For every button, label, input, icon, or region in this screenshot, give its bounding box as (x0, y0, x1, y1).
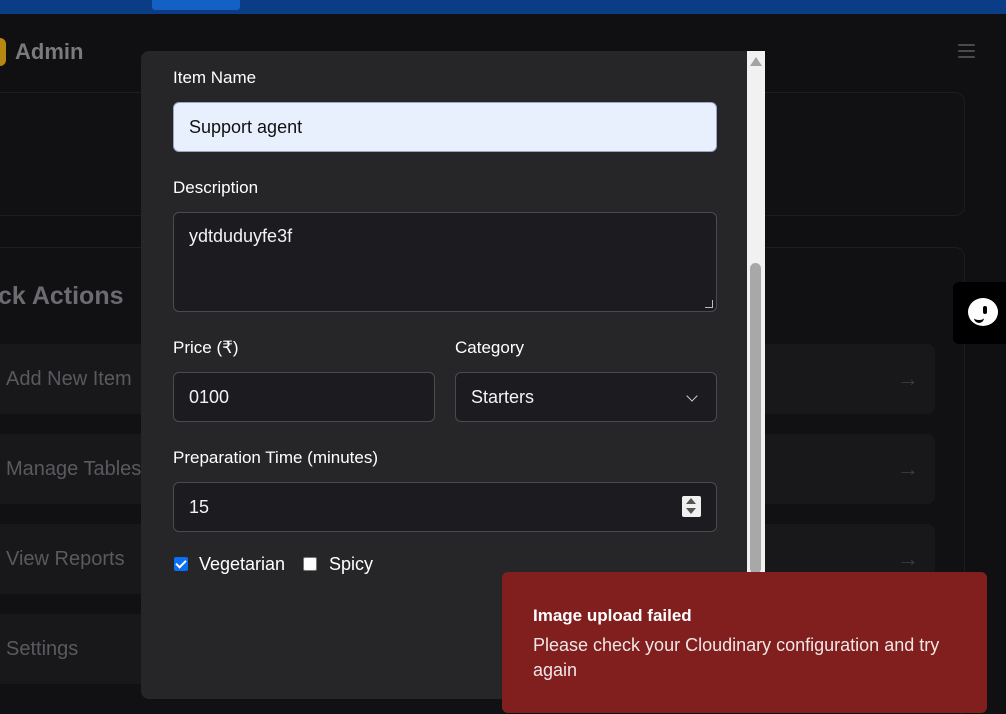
browser-top-bar (0, 0, 1006, 14)
prep-time-label: Preparation Time (minutes) (173, 448, 379, 467)
spicy-label[interactable]: Spicy (329, 554, 373, 575)
arrow-right-icon: → (897, 546, 919, 571)
error-toast[interactable]: Image upload failed Please check your Cl… (502, 572, 987, 713)
description-textarea[interactable]: ydtduduyfe3f (173, 212, 717, 312)
chevron-down-icon (686, 390, 698, 402)
quick-action-label: Settings (6, 638, 79, 660)
quick-actions-title: ck Actions (0, 282, 124, 310)
number-spinner-icon[interactable] (682, 496, 701, 517)
chat-support-icon (968, 298, 998, 326)
chat-support-button[interactable] (953, 282, 1006, 344)
category-select[interactable]: Starters (455, 372, 717, 422)
price-label: Price (₹) (173, 338, 239, 357)
browser-active-tab[interactable] (152, 0, 240, 10)
arrow-right-icon: → (897, 366, 919, 391)
quick-action-label: Manage Tables (6, 458, 142, 480)
item-name-label: Item Name (173, 68, 257, 87)
description-label: Description (173, 178, 259, 197)
vegetarian-checkbox[interactable] (174, 557, 188, 571)
prep-time-value: 15 (189, 496, 210, 517)
arrow-right-icon: → (897, 456, 919, 481)
price-input[interactable]: 0100 (173, 372, 435, 422)
menu-icon[interactable] (958, 44, 975, 58)
brand: Admin (0, 38, 83, 66)
scrollbar-thumb[interactable] (750, 263, 761, 574)
vegetarian-label[interactable]: Vegetarian (199, 554, 285, 575)
toast-message: Please check your Cloudinary configurati… (533, 635, 940, 680)
category-selected-value: Starters (471, 386, 535, 407)
prep-time-input[interactable]: 15 (173, 482, 717, 532)
spicy-checkbox[interactable] (303, 557, 317, 571)
description-value: ydtduduyfe3f (189, 226, 293, 246)
quick-action-label: Add New Item (6, 368, 132, 390)
resize-handle-icon[interactable] (705, 300, 713, 308)
modal-scrollbar[interactable] (747, 51, 765, 574)
quick-action-label: View Reports (6, 548, 125, 570)
item-name-input[interactable]: Support agent (173, 102, 717, 152)
scroll-up-icon[interactable] (750, 57, 762, 66)
category-label: Category (455, 338, 524, 357)
brand-logo-icon (0, 38, 6, 66)
toast-title: Image upload failed (533, 606, 692, 625)
brand-title: Admin (15, 39, 84, 64)
